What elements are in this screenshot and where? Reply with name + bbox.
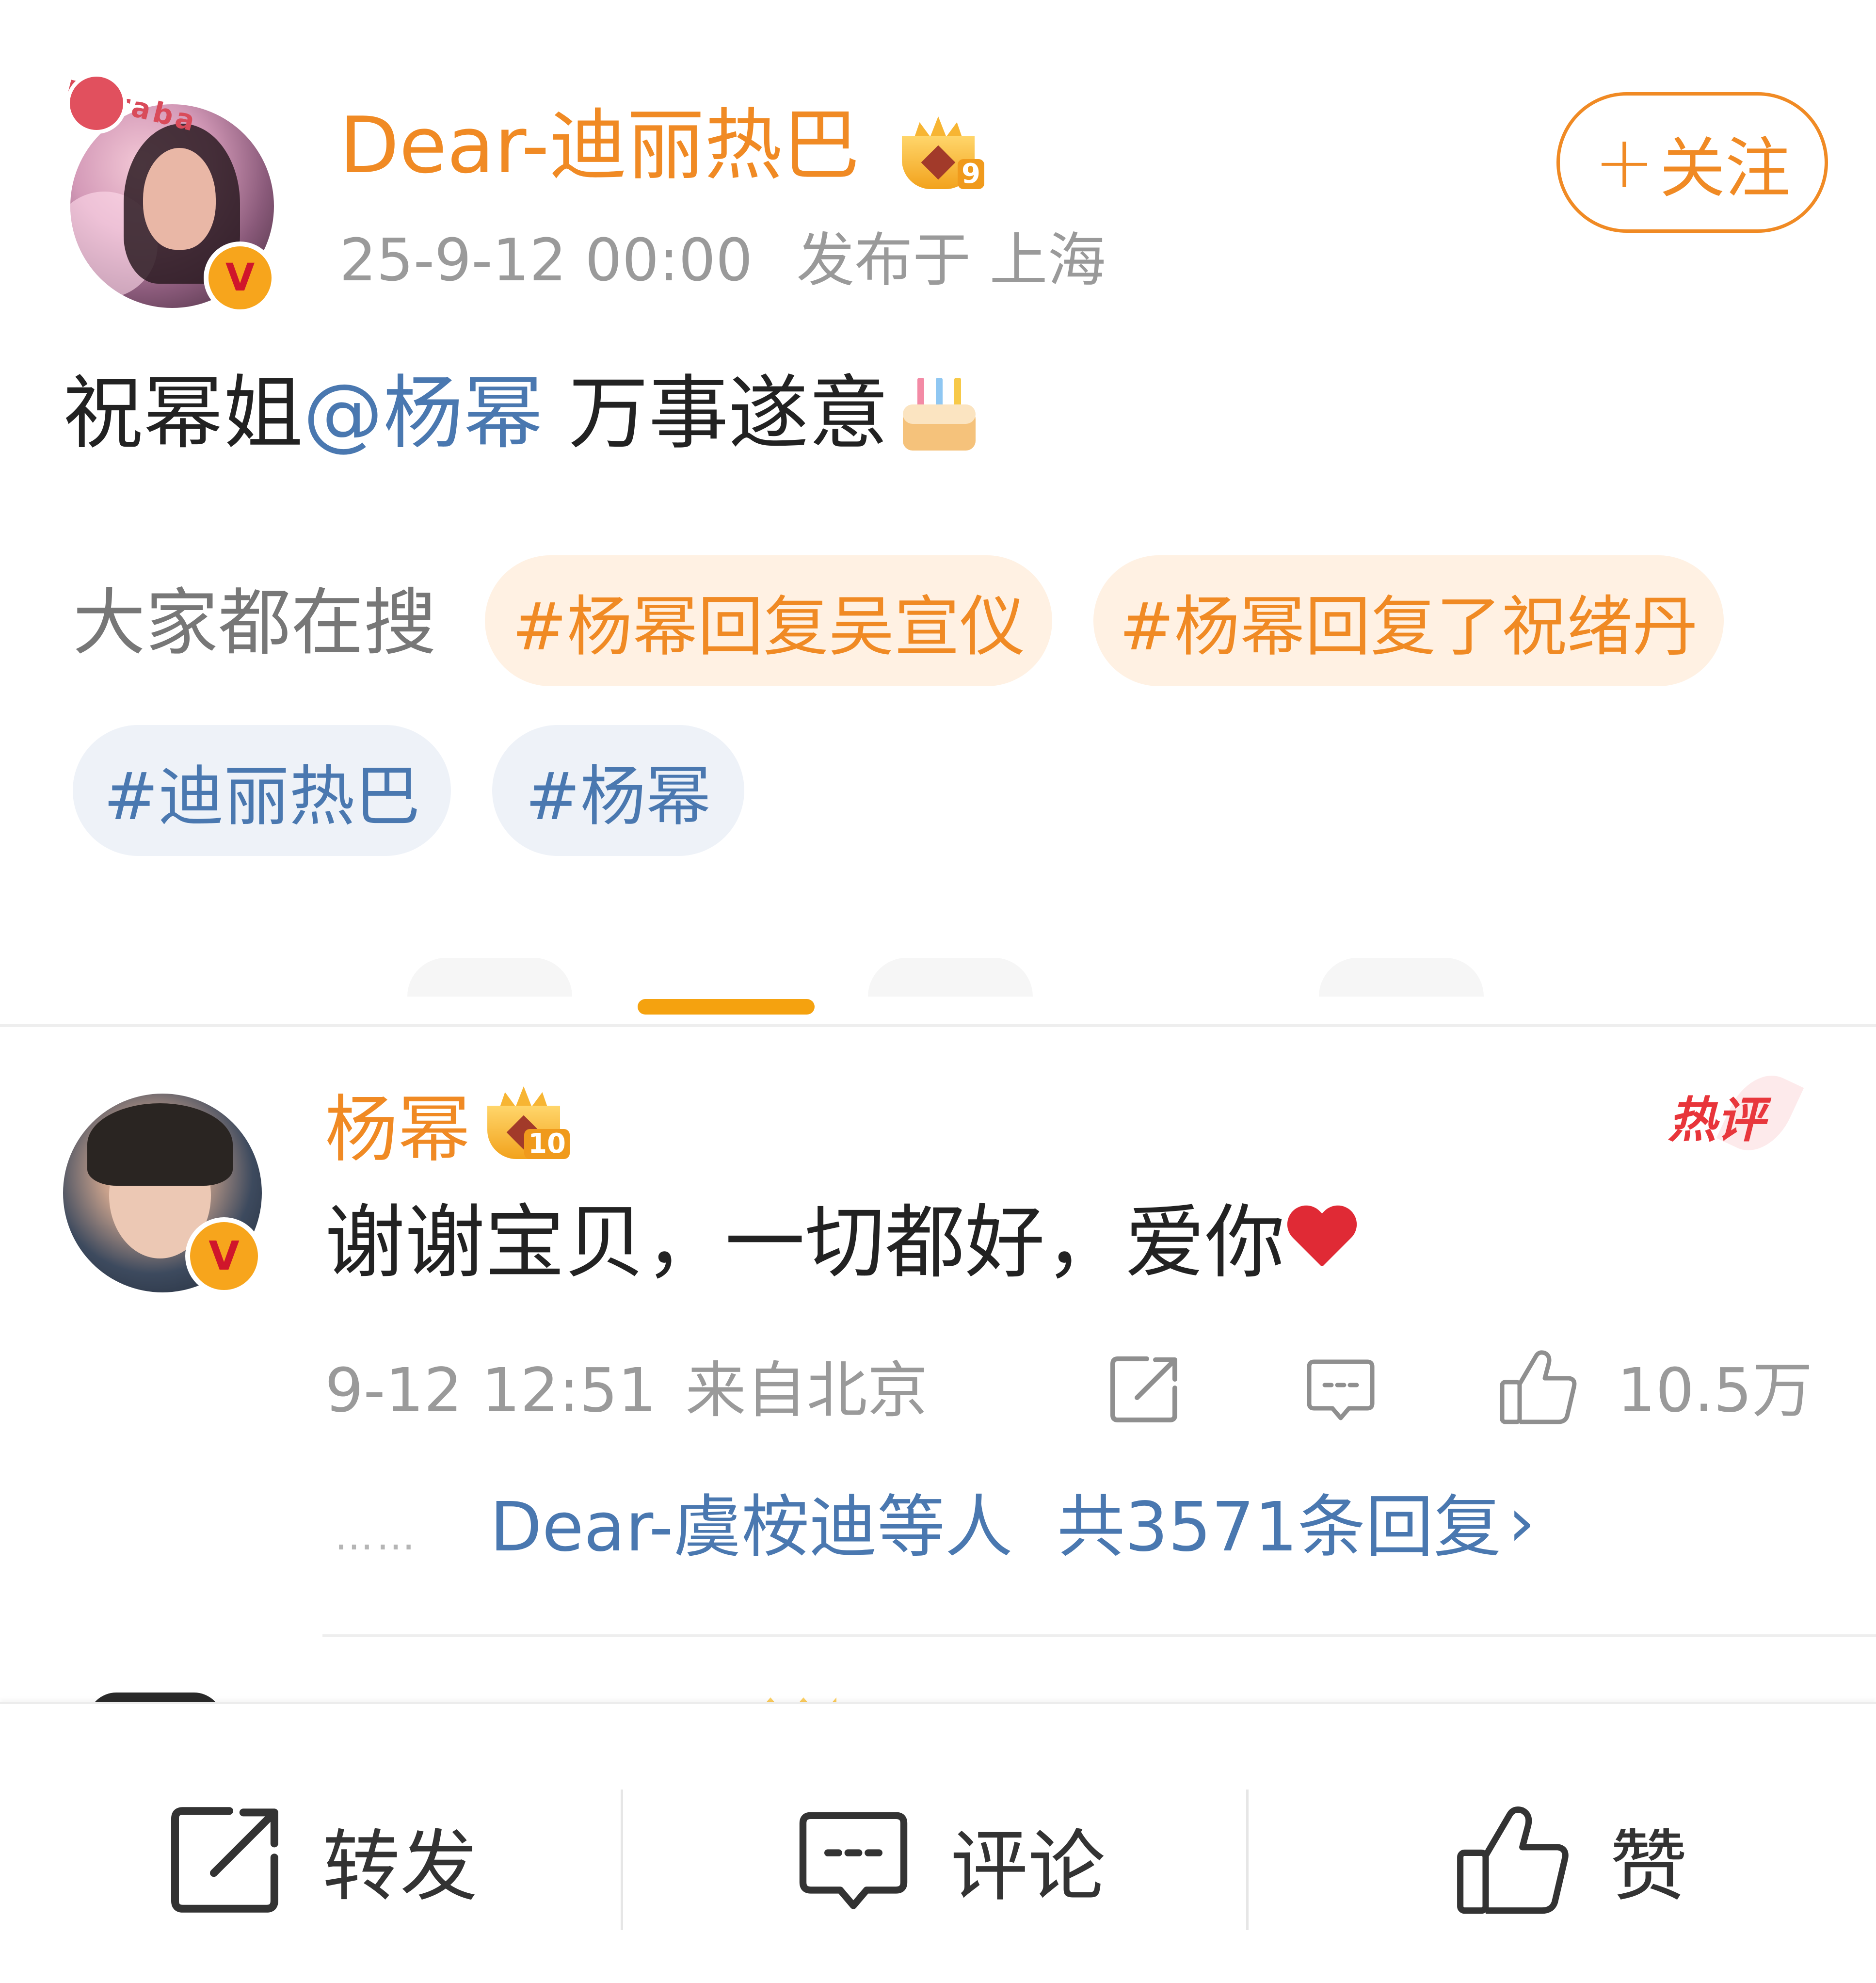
author-name[interactable]: Dear-迪丽热巴	[339, 107, 860, 184]
like-count: 10.5万	[1617, 1355, 1813, 1426]
comment-body: 谢谢宝贝，一切都好，爱你	[325, 1196, 1285, 1289]
commenter-level: 10	[524, 1129, 570, 1159]
comment-icon[interactable]	[1304, 1353, 1377, 1426]
like-icon	[1457, 1806, 1569, 1914]
post-time: 25-9-12 00:00	[339, 227, 753, 294]
repost-label: 转发	[322, 1821, 478, 1912]
repost-button[interactable]: 转发	[167, 1790, 478, 1930]
search-tag[interactable]: #杨幂回复吴宣仪	[485, 555, 1052, 686]
reply-users[interactable]: Dear-虞桉迪等人	[490, 1494, 1013, 1562]
search-tag[interactable]: #杨幂回复了祝绪丹	[1093, 555, 1724, 686]
comment-divider	[322, 1634, 1876, 1637]
verified-v-icon: V	[204, 242, 276, 314]
comment-location: 来自北京	[685, 1355, 928, 1426]
post-text: 祝幂姐@杨幂 万事遂意	[63, 373, 976, 453]
comment-label: 评论	[950, 1821, 1106, 1912]
mention-link[interactable]: @杨幂	[303, 367, 543, 460]
comment-text: 谢谢宝贝，一切都好，爱你	[325, 1203, 1358, 1283]
avatar-decoration-icon	[66, 73, 127, 134]
author-level: 9	[958, 159, 984, 189]
section-divider	[0, 1024, 1876, 1027]
post-location: 发布于 上海	[796, 227, 1106, 294]
post-text-suffix: 万事遂意	[543, 367, 889, 460]
comment-meta: 9-12 12:51 来自北京	[325, 1360, 928, 1421]
post-meta: 25-9-12 00:00 发布于 上海	[339, 232, 1106, 290]
hot-comment-badge: 热评	[1668, 1063, 1804, 1163]
repost-icon[interactable]	[1108, 1353, 1181, 1426]
tab-indicator	[638, 999, 815, 1015]
tab-placeholder	[868, 958, 1033, 997]
cake-emoji-icon	[903, 378, 976, 451]
reply-dots: ……	[335, 1514, 418, 1559]
comment-time: 9-12 12:51	[325, 1355, 657, 1426]
topic-tag[interactable]: #迪丽热巴	[73, 725, 451, 856]
crown-level-icon[interactable]: 9	[892, 116, 984, 189]
verified-v-icon: V	[185, 1217, 263, 1295]
topic-tag[interactable]: #杨幂	[492, 725, 744, 856]
follow-label: 关注	[1659, 130, 1791, 207]
heart-emoji-icon	[1285, 1207, 1358, 1275]
tab-placeholder	[407, 958, 572, 997]
trending-search-label: 大家都在搜	[73, 581, 437, 665]
follow-button[interactable]: + 关注	[1556, 92, 1828, 233]
bar-separator	[621, 1790, 623, 1930]
chevron-right-icon[interactable]: ›	[1508, 1489, 1535, 1557]
crown-level-icon[interactable]: 10	[478, 1086, 570, 1159]
reply-total-link[interactable]: 共3571条回复	[1057, 1494, 1501, 1562]
plus-icon: +	[1594, 120, 1655, 205]
like-icon[interactable]	[1498, 1348, 1578, 1426]
post-text-prefix: 祝幂姐	[63, 367, 303, 460]
commenter-name[interactable]: 杨幂	[325, 1094, 470, 1166]
repost-icon	[171, 1807, 278, 1913]
like-label: 赞	[1610, 1821, 1688, 1912]
bar-separator	[1246, 1790, 1249, 1930]
like-button[interactable]: 赞	[1455, 1790, 1687, 1930]
tab-placeholder	[1319, 958, 1484, 997]
comment-icon	[799, 1812, 908, 1909]
comment-button[interactable]: 评论	[795, 1790, 1106, 1930]
